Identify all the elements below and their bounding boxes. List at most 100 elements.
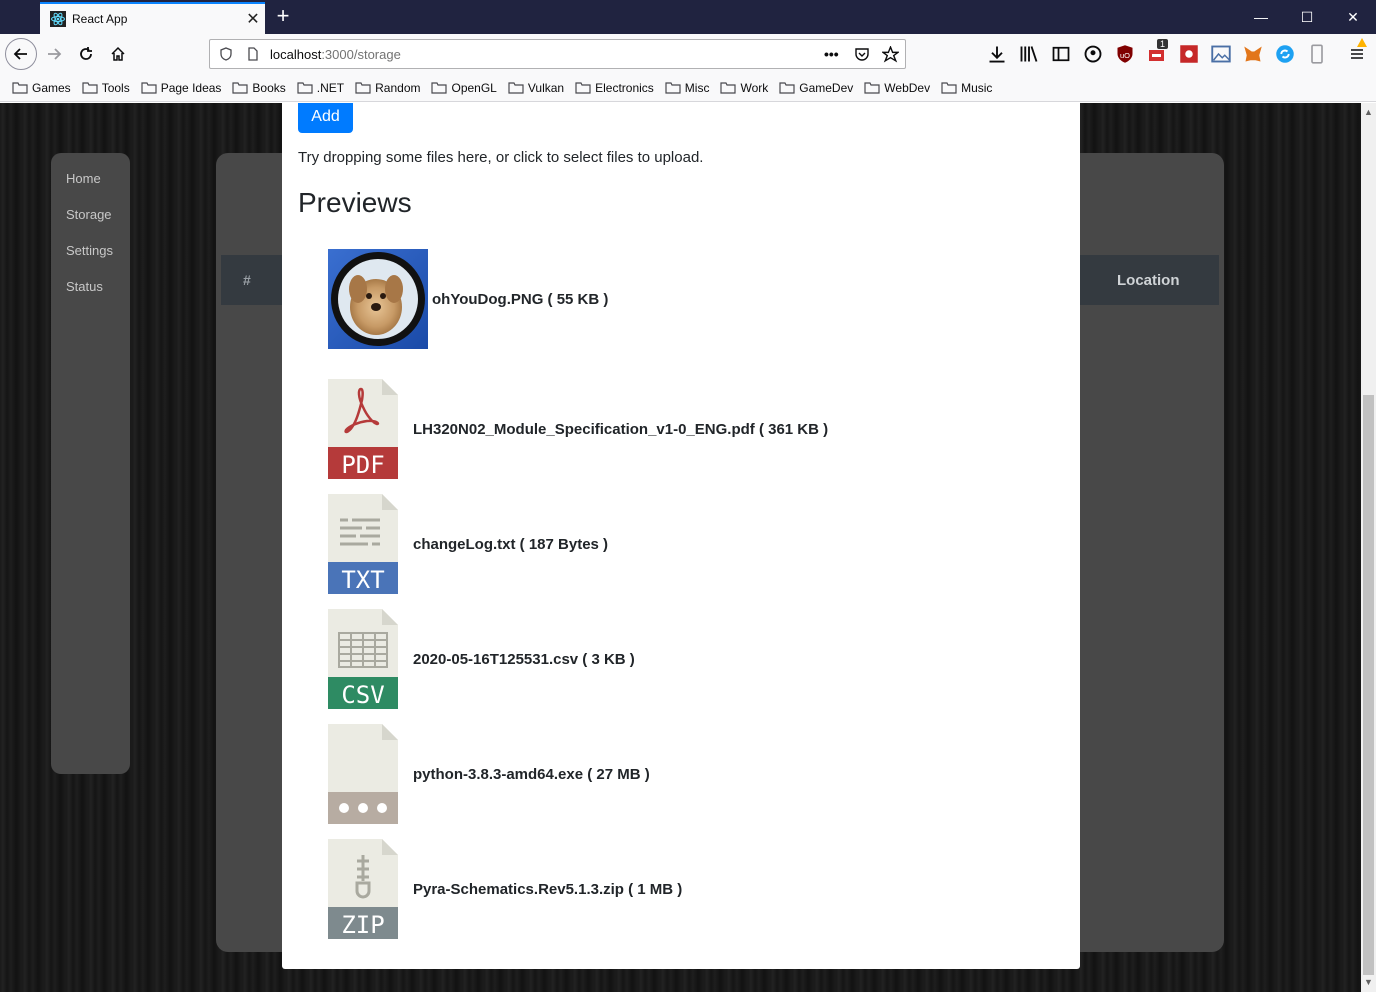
bookmark-folder[interactable]: Misc (665, 80, 710, 95)
bookmark-folder[interactable]: Music (941, 81, 992, 95)
preview-item: PDF LH320N02_Module_Specification_v1-0_E… (328, 379, 828, 479)
page-content: Home Storage Settings Status # Location … (0, 103, 1361, 992)
csv-file-icon: CSV (328, 609, 398, 709)
folder-icon (720, 81, 737, 94)
bookmark-label: Books (252, 80, 286, 95)
preview-item: ohYouDog.PNG ( 55 KB ) (328, 249, 608, 349)
browser-tab-strip: React App ✕ + — ☐ ✕ (0, 0, 1376, 34)
browser-tab[interactable]: React App ✕ (40, 2, 265, 34)
scrollbar-thumb[interactable] (1363, 395, 1374, 975)
bookmark-folder[interactable]: WebDev (864, 81, 930, 95)
bookmark-label: Music (961, 80, 993, 95)
preview-item: TXT changeLog.txt ( 187 Bytes ) (328, 494, 608, 594)
notification-badge: 1 (1157, 39, 1169, 49)
home-button[interactable] (102, 38, 134, 70)
app-sidebar: Home Storage Settings Status (51, 153, 130, 774)
folder-icon (431, 81, 448, 94)
bookmark-label: OpenGL (451, 80, 497, 95)
vertical-scrollbar[interactable]: ▲ ▼ (1361, 103, 1376, 992)
file-name: 2020-05-16T125531.csv ( 3 KB ) (413, 650, 635, 668)
warning-icon (1357, 38, 1367, 47)
minimize-button[interactable]: — (1238, 0, 1284, 34)
sidebar-item-status[interactable]: Status (51, 277, 130, 313)
shield-icon[interactable] (219, 47, 233, 61)
forward-button[interactable] (38, 38, 70, 70)
scroll-up-icon[interactable]: ▲ (1364, 107, 1373, 117)
bookmark-label: Vulkan (527, 80, 565, 95)
sync-icon[interactable] (1275, 44, 1295, 64)
extension-mail-icon[interactable]: 1 (1147, 39, 1169, 64)
bookmark-folder[interactable]: OpenGL (431, 80, 497, 95)
bookmark-label: WebDev (884, 80, 931, 95)
folder-icon (779, 81, 795, 94)
tab-title: React App (72, 12, 128, 26)
folder-icon (575, 81, 591, 94)
bookmark-folder[interactable]: Books (232, 80, 286, 95)
library-icon[interactable] (1019, 44, 1039, 64)
bookmark-label: Random (375, 80, 421, 95)
ublock-icon[interactable]: uO (1115, 44, 1135, 64)
bookmark-folder[interactable]: GameDev (779, 81, 853, 95)
address-bar[interactable]: localhost:3000/storage ••• (209, 39, 906, 69)
scroll-down-icon[interactable]: ▼ (1364, 977, 1373, 987)
add-button[interactable]: Add (298, 103, 353, 133)
bookmark-label: GameDev (799, 80, 854, 95)
file-name: python-3.8.3-amd64.exe ( 27 MB ) (413, 765, 650, 783)
file-badge-label: PDF (341, 451, 384, 479)
page-icon[interactable] (246, 47, 260, 61)
column-header-location[interactable]: Location (1117, 272, 1180, 289)
sidebar-icon[interactable] (1051, 44, 1071, 64)
file-badge-label: ZIP (341, 911, 384, 939)
generic-file-icon (328, 724, 398, 824)
folder-icon (941, 81, 957, 94)
close-window-button[interactable]: ✕ (1330, 0, 1376, 34)
account-icon[interactable] (1083, 44, 1103, 64)
sidebar-item-home[interactable]: Home (51, 169, 130, 205)
bookmark-label: Page Ideas (160, 80, 222, 95)
file-badge-label: CSV (341, 681, 384, 709)
close-tab-icon[interactable]: ✕ (241, 9, 265, 29)
bookmark-label: Tools (101, 80, 130, 95)
folder-icon (297, 81, 313, 94)
folder-icon (355, 81, 371, 94)
pdf-file-icon: PDF (328, 379, 398, 479)
bookmark-folder[interactable]: Work (720, 81, 768, 95)
bookmark-folder[interactable]: Tools (82, 81, 130, 95)
bookmark-folder[interactable]: Games (12, 81, 71, 95)
download-icon[interactable] (987, 44, 1007, 64)
star-icon[interactable] (882, 46, 899, 63)
dropzone-text[interactable]: Try dropping some files here, or click t… (298, 149, 703, 166)
file-name: changeLog.txt ( 187 Bytes ) (413, 535, 609, 553)
menu-button[interactable] (1347, 38, 1367, 64)
reload-button[interactable] (70, 38, 102, 70)
url-text[interactable]: localhost:3000/storage (270, 47, 401, 62)
bookmark-label: .NET (316, 80, 345, 95)
maximize-button[interactable]: ☐ (1284, 0, 1330, 34)
more-actions-icon[interactable]: ••• (824, 46, 839, 62)
bookmark-folder[interactable]: .NET (297, 81, 344, 95)
pocket-icon[interactable] (854, 46, 870, 62)
preview-item: ZIP Pyra-Schematics.Rev5.1.3.zip ( 1 MB … (328, 839, 682, 939)
bookmark-folder[interactable]: Electronics (575, 81, 654, 95)
new-tab-button[interactable]: + (270, 4, 296, 30)
bookmark-folder[interactable]: Vulkan (508, 81, 564, 95)
txt-file-icon: TXT (328, 494, 398, 594)
zip-file-icon: ZIP (328, 839, 398, 939)
file-badge-label: TXT (341, 566, 384, 594)
image-icon[interactable] (1211, 44, 1231, 64)
column-header-number[interactable]: # (243, 272, 251, 288)
back-button[interactable] (5, 38, 37, 70)
sidebar-item-settings[interactable]: Settings (51, 241, 130, 277)
sidebar-item-storage[interactable]: Storage (51, 205, 130, 241)
extension-puzzle-icon[interactable] (1179, 44, 1199, 64)
back-arrow-icon (13, 48, 27, 60)
preview-item: CSV 2020-05-16T125531.csv ( 3 KB ) (328, 609, 635, 709)
bookmark-folder[interactable]: Random (355, 81, 420, 95)
phone-icon[interactable] (1307, 44, 1327, 64)
bookmark-label: Misc (684, 80, 710, 95)
svg-text:uO: uO (1120, 51, 1130, 60)
metamask-icon[interactable] (1243, 44, 1263, 64)
folder-icon (864, 81, 880, 94)
bookmark-folder[interactable]: Page Ideas (141, 80, 222, 95)
previews-heading: Previews (298, 187, 412, 218)
